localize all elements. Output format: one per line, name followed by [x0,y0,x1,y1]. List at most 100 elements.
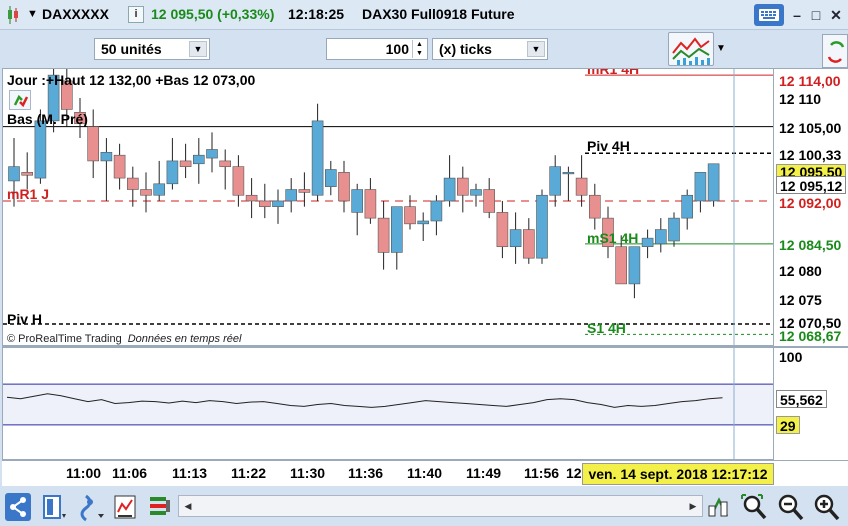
close-button[interactable]: ✕ [826,5,846,25]
candle-body [364,189,377,219]
candle-body [258,200,271,207]
ticks-select-value: (x) ticks [439,41,492,57]
object-list-button[interactable] [146,492,174,522]
candle-body [443,177,456,202]
candle-body [34,120,47,179]
chart-type-dropdown-icon[interactable]: ▼ [716,43,726,54]
price-tag-current: 12 095,12 [776,176,847,194]
chevron-down-icon[interactable]: ▼ [527,41,545,57]
units-select[interactable]: 50 unités ▼ [94,38,210,60]
copyright-notice: © ProRealTime Trading Données en temps ré… [7,333,241,345]
day-high-low-header: Jour :+Haut 12 132,00 +Bas 12 073,00 [7,72,256,88]
time-label: 11:49 [466,465,502,481]
candlestick-icon[interactable] [6,5,20,25]
candle-body [456,177,469,196]
candle-body [496,212,509,248]
chart-type-button[interactable] [668,32,714,66]
candle-body [179,160,192,167]
candle-body [575,177,588,196]
zoom-fit-button[interactable] [740,492,768,522]
candle-body [417,220,430,225]
chevron-down-icon[interactable]: ▼ [189,41,207,57]
osc-label-lower: 29 [776,416,800,434]
info-icon[interactable]: i [128,6,144,23]
refresh-icon [827,41,845,63]
price-tick-12075: 12 075 [779,292,822,308]
symbol-name[interactable]: DAXXXXX [42,6,109,22]
units-select-value: 50 unités [101,41,162,57]
auto-scale-button[interactable] [705,492,733,522]
scroll-right-icon[interactable]: ▶ [684,496,702,516]
candle-body [536,194,548,259]
share-icon [5,493,31,521]
candlestick-chart[interactable] [3,69,774,346]
candle-body [8,166,20,182]
candle-body [470,189,482,196]
oscillator-panel[interactable] [2,346,774,460]
candle-body [21,172,34,176]
candle-body [522,229,535,259]
candle-body [668,217,680,242]
price-chart[interactable]: Jour :+Haut 12 132,00 +Bas 12 073,00 Bas… [2,68,774,346]
minimize-button[interactable]: – [787,5,807,25]
ticks-input-value: 100 [385,41,409,57]
clock-time: 12:18:25 [288,6,345,22]
auto-scale-icon [708,497,729,517]
chart-toolbar: 50 unités ▼ 100 ▲ ▼ (x) ticks ▼ ▼ [0,30,848,70]
price-tag-mr1-4h: 12 114,00 [779,73,841,89]
sync-arrows-icon[interactable] [9,90,31,110]
keyboard-icon[interactable] [754,4,784,26]
side-panel-button[interactable] [822,34,848,68]
candle-body [232,166,245,196]
ticks-input[interactable]: 100 ▲ ▼ [326,38,428,60]
candle-body [311,120,324,196]
indicators-button[interactable] [78,492,106,522]
candle-body [562,172,575,175]
oscillator-chart[interactable] [3,348,774,460]
title-bar: ▼ DAXXXXX i 12 095,50 (+0,33%) 12:18:25 … [0,0,848,30]
candle-body [153,183,165,196]
candle-body [285,189,298,202]
candle-body [87,126,99,162]
share-button[interactable] [4,492,32,522]
time-label: 11:40 [407,465,443,481]
scroll-left-icon[interactable]: ◀ [179,496,197,516]
candle-body [707,163,720,202]
ticks-select[interactable]: (x) ticks ▼ [432,38,548,60]
zoom-in-icon [814,494,840,521]
price-change: 12 095,50 (+0,33%) [151,6,275,22]
candle-body [298,189,311,193]
candle-body [483,189,496,213]
candle-body [219,160,231,167]
restore-button[interactable]: □ [806,5,826,25]
symbol-dropdown-icon[interactable]: ▼ [27,8,38,20]
level-label-ms1-4h: mS1 4H [587,230,639,246]
candle-body [100,152,113,162]
time-label: 11:06 [112,465,148,481]
zoom-in-button[interactable] [812,492,840,522]
candle-body [166,160,179,185]
time-label: 11:36 [348,465,384,481]
oscillator-axis[interactable]: 100 55,562 29 [774,346,848,460]
candle-body [390,206,403,253]
drawing-tools-button[interactable] [112,492,140,522]
candle-body [377,217,390,253]
price-tick-12080: 12 080 [779,263,822,279]
level-label-mr1-j: mR1 J [7,186,50,202]
price-axis[interactable]: 12 114,00 12 110 12 105,00 12 100,33 12 … [774,68,848,346]
horizontal-scrollbar[interactable]: ◀ ▶ [178,495,703,517]
candle-body [206,149,218,159]
time-axis[interactable]: 11:00 11:06 11:13 11:22 11:30 11:36 11:4… [2,460,848,486]
osc-label-value: 55,562 [776,390,827,408]
candle-body [193,154,205,165]
time-label: 12 [566,465,582,481]
price-tag-mr1-j: 12 092,00 [779,195,842,211]
price-tag-ms1-4h: 12 084,50 [779,237,842,253]
candle-body [628,246,641,285]
osc-label-upper: 100 [779,349,803,365]
realtime-data-text: Données en temps réel [127,333,242,345]
candle-body [404,206,416,225]
zoom-out-button[interactable] [776,492,804,522]
layout-button[interactable] [40,492,68,522]
spinner-arrows-icon[interactable]: ▲ ▼ [412,40,426,58]
